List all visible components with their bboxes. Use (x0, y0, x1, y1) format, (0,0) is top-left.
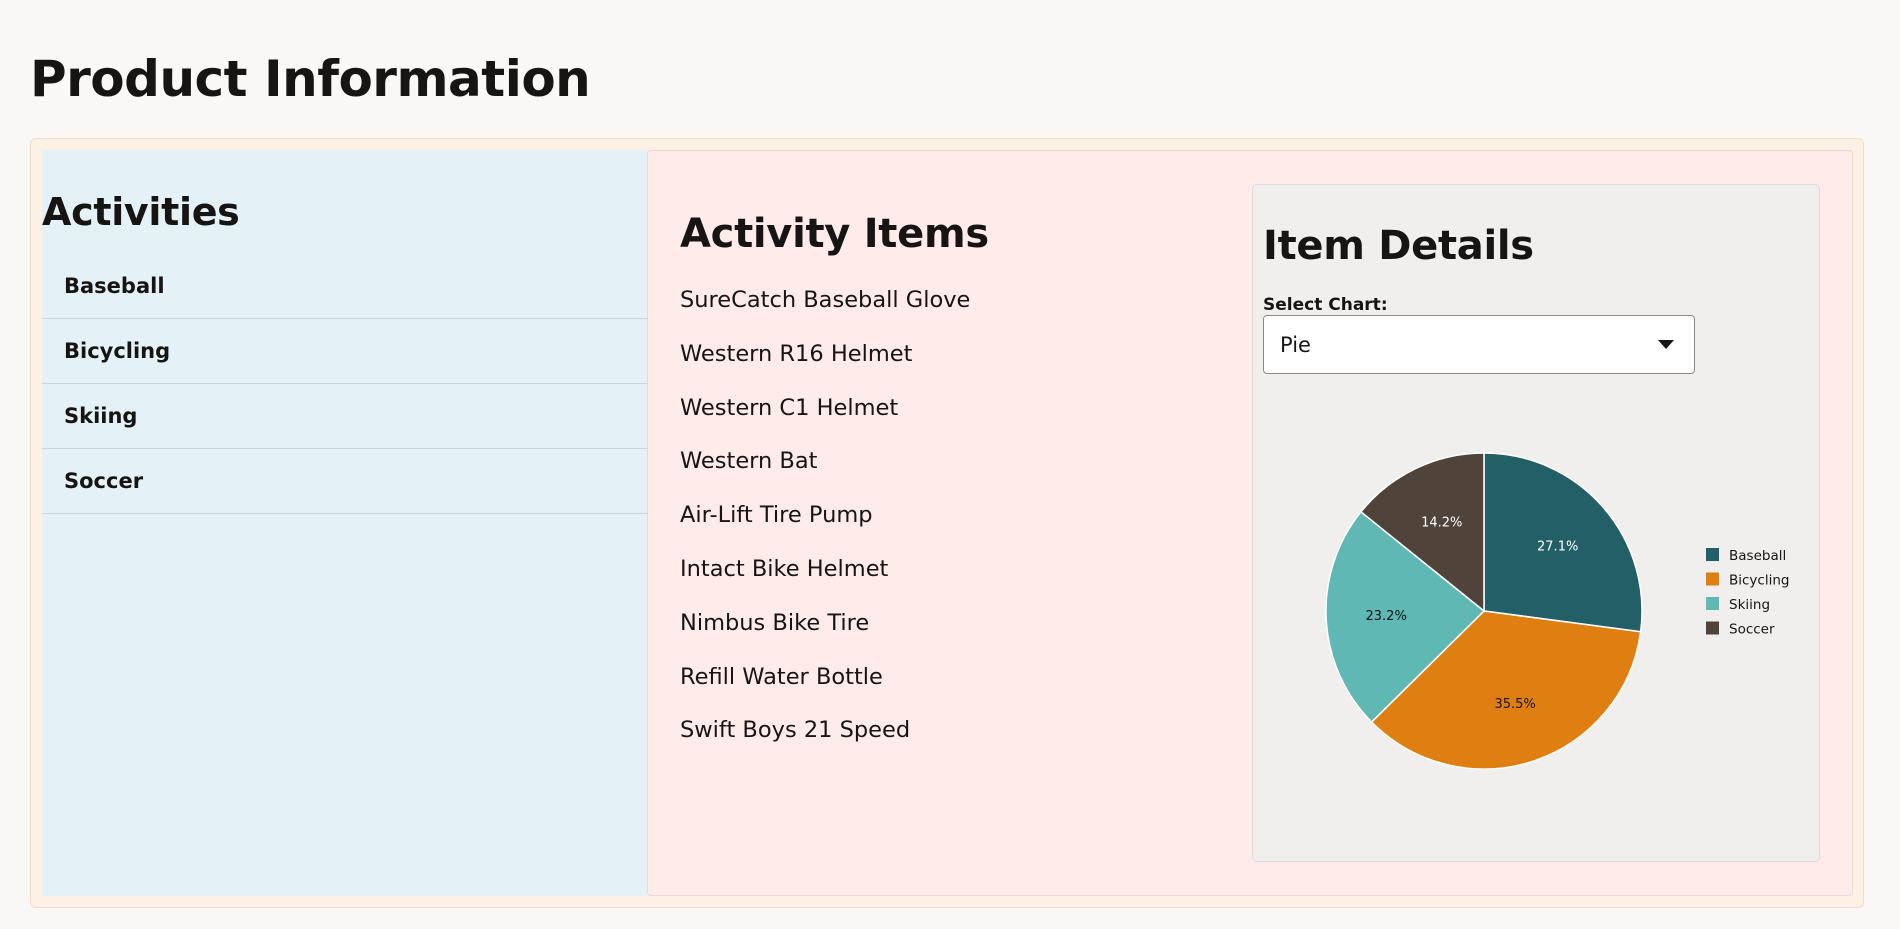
pie-chart: 27.1% 35.5% 23.2% 14.2% Baseball Bicycling Ski… (1325, 452, 1789, 770)
chart-type-select[interactable]: Pie (1263, 315, 1695, 374)
activity-label: Bicycling (64, 339, 171, 363)
chart-type-value: Pie (1280, 332, 1311, 357)
legend-label-soccer[interactable]: Soccer (1729, 622, 1775, 638)
activities-heading: Activities (42, 190, 240, 234)
legend-label-skiing[interactable]: Skiing (1729, 597, 1770, 613)
legend-swatch-skiing[interactable] (1706, 597, 1719, 610)
legend-swatch-baseball[interactable] (1706, 548, 1719, 561)
item-details-panel: Item Details Select Chart: Pie 27.1% 35.5… (1252, 184, 1820, 862)
list-item[interactable]: Western R16 Helmet (680, 340, 970, 394)
slice-label-skiing: 23.2% (1366, 609, 1407, 624)
activity-item-bicycling[interactable]: Bicycling (42, 319, 647, 384)
activity-label: Baseball (64, 274, 165, 298)
list-item[interactable]: Swift Boys 21 Speed (680, 716, 970, 770)
slice-label-baseball: 27.1% (1537, 539, 1578, 554)
list-item[interactable]: Intact Bike Helmet (680, 555, 970, 609)
activity-label: Skiing (64, 404, 138, 428)
chevron-down-icon (1658, 340, 1674, 349)
activity-item-soccer[interactable]: Soccer (42, 449, 647, 514)
page-title: Product Information (30, 50, 591, 108)
activity-items-panel: Activity Items SureCatch Baseball Glove … (647, 150, 1853, 896)
select-chart-label: Select Chart: (1263, 295, 1388, 315)
item-details-heading: Item Details (1263, 223, 1534, 269)
activity-items-list: SureCatch Baseball Glove Western R16 Hel… (680, 286, 970, 770)
activity-items-heading: Activity Items (680, 211, 989, 257)
activity-label: Soccer (64, 469, 144, 493)
activities-list: Baseball Bicycling Skiing Soccer (42, 254, 647, 514)
legend-label-bicycling[interactable]: Bicycling (1729, 573, 1789, 589)
list-item[interactable]: Nimbus Bike Tire (680, 609, 970, 663)
list-item[interactable]: Western Bat (680, 447, 970, 501)
list-item[interactable]: SureCatch Baseball Glove (680, 286, 970, 340)
list-item[interactable]: Air-Lift Tire Pump (680, 501, 970, 555)
main-container: Activities Baseball Bicycling Skiing Soc… (30, 138, 1864, 908)
slice-label-bicycling: 35.5% (1494, 697, 1535, 712)
activity-item-skiing[interactable]: Skiing (42, 384, 647, 449)
legend-swatch-soccer[interactable] (1706, 621, 1719, 635)
slice-label-soccer: 14.2% (1421, 516, 1462, 531)
activities-panel: Activities Baseball Bicycling Skiing Soc… (42, 150, 647, 896)
legend-swatch-bicycling[interactable] (1706, 572, 1719, 586)
list-item[interactable]: Western C1 Helmet (680, 394, 970, 448)
legend-label-baseball[interactable]: Baseball (1729, 548, 1786, 564)
activity-item-baseball[interactable]: Baseball (42, 254, 647, 319)
list-item[interactable]: Refill Water Bottle (680, 663, 970, 717)
